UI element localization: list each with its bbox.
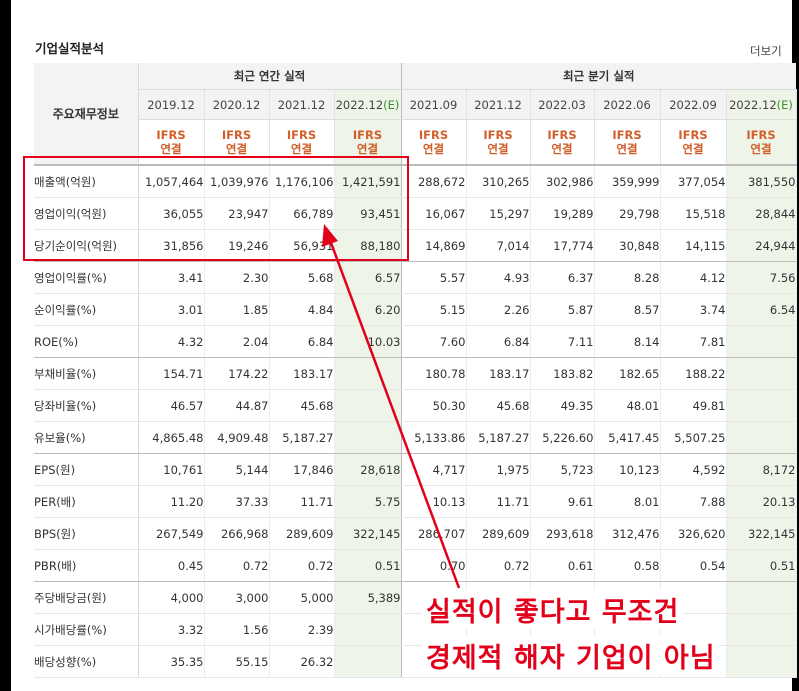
- arrow-head-icon: [322, 224, 338, 247]
- annotation-line-1: 실적이 좋다고 무조건: [422, 590, 684, 629]
- annotation-line-2: 경제적 해자 기업이 아님: [422, 636, 720, 675]
- annotation-arrow: [322, 224, 461, 589]
